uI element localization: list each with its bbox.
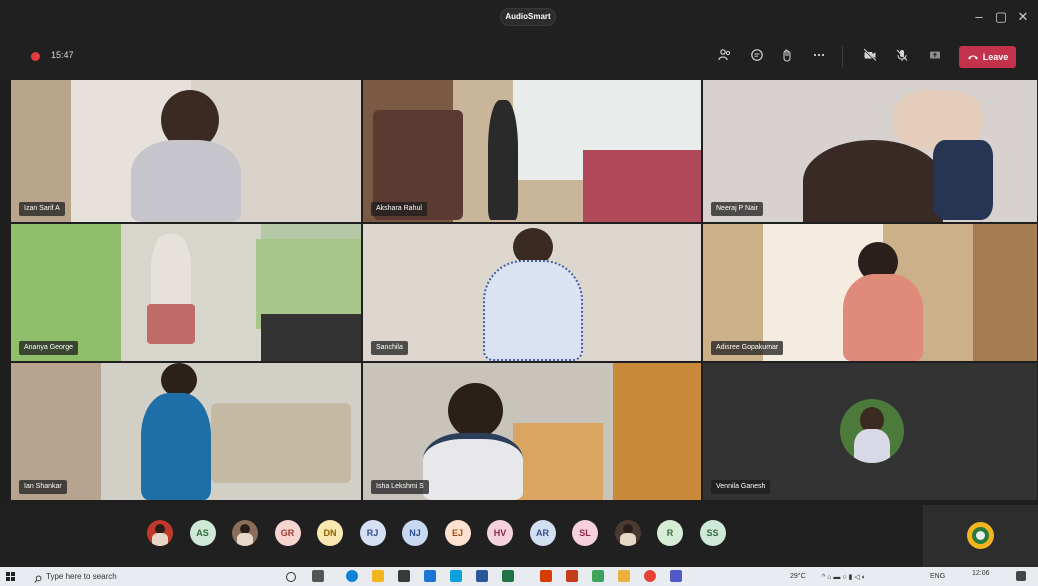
video-tile[interactable]: Ananya George [11, 224, 361, 361]
curtain [613, 363, 701, 500]
teams-meeting-window: AudioSmart – ▢ ✕ 15:47 Leave Izan Sarif … [0, 0, 1038, 586]
self-avatar [967, 522, 994, 549]
task-view-icon[interactable] [312, 570, 324, 582]
toolbar-divider [842, 46, 843, 68]
video-tile[interactable]: Akshara Rahul [363, 80, 701, 222]
app-icon[interactable] [592, 570, 604, 582]
recording-icon [31, 52, 40, 61]
clock[interactable]: 12:06 [972, 570, 990, 577]
app-icon[interactable] [450, 570, 462, 582]
file-explorer-icon[interactable] [372, 570, 384, 582]
participant-head [448, 383, 503, 438]
bed [583, 150, 701, 222]
participant-avatar-initials[interactable]: EJ [444, 520, 471, 546]
cortana-icon[interactable] [286, 572, 296, 582]
participant-avatar-initials[interactable]: AR [529, 520, 556, 546]
participant-avatar-initials[interactable]: AS [189, 520, 216, 546]
participant-dress [141, 393, 211, 500]
participant-name: Akshara Rahul [371, 202, 427, 216]
video-tile[interactable]: Ian Shankar [11, 363, 361, 500]
participant-avatar-initials[interactable]: RJ [359, 520, 386, 546]
video-tile[interactable]: Adisree Gopakumar [703, 224, 1037, 361]
share-screen-icon[interactable] [926, 48, 944, 66]
restore-button[interactable]: ▢ [990, 6, 1012, 28]
door-background [11, 80, 71, 222]
powerpoint-icon[interactable] [540, 570, 552, 582]
participant-body [131, 140, 241, 222]
app-icon[interactable] [566, 570, 578, 582]
leave-button[interactable]: Leave [959, 46, 1016, 68]
participant-avatar-photo[interactable] [614, 520, 641, 546]
more-options-icon[interactable] [810, 48, 828, 66]
participant-body [423, 433, 523, 500]
curtain [513, 423, 603, 500]
participant-avatar-initials[interactable]: HV [487, 520, 513, 546]
participant-avatar-photo[interactable] [147, 520, 173, 546]
participant-avatar-initials[interactable]: DN [317, 520, 343, 546]
self-view[interactable] [923, 505, 1038, 567]
windows-start-icon[interactable] [6, 572, 15, 581]
participant-name: Isha Lekshmi S [371, 480, 429, 494]
store-icon[interactable] [398, 570, 410, 582]
chrome-icon[interactable] [644, 570, 656, 582]
participant-avatar-initials[interactable]: NJ [402, 520, 428, 546]
video-tile[interactable]: Isha Lekshmi S [363, 363, 701, 500]
app-icon[interactable] [618, 570, 630, 582]
reactions-icon[interactable] [778, 48, 796, 66]
taskbar-search-box[interactable]: Type here to search [32, 569, 262, 585]
sofa [211, 403, 351, 483]
participant-body [488, 100, 518, 220]
phone-hangup-icon [967, 47, 979, 69]
participant-body [843, 274, 923, 361]
participant-name: Adisree Gopakumar [711, 341, 784, 355]
participant-avatar-initials[interactable]: SS [699, 520, 726, 546]
participant-name: Neeraj P Nair [711, 202, 763, 216]
participant-skirt [147, 304, 195, 344]
edge-icon[interactable] [346, 570, 358, 582]
people-icon[interactable] [716, 48, 734, 66]
meeting-toolbar [0, 34, 1038, 78]
leave-label: Leave [982, 52, 1009, 62]
minimize-button[interactable]: – [968, 6, 990, 28]
participant-head [161, 363, 197, 397]
window-title: AudioSmart [500, 8, 556, 26]
participant-name: Sanchila [371, 341, 408, 355]
search-placeholder: Type here to search [46, 572, 117, 581]
participant-dress [483, 260, 583, 361]
participant-avatar-initials[interactable]: GR [274, 520, 301, 546]
excel-icon[interactable] [502, 570, 514, 582]
participant-name: Vennila Ganesh [711, 480, 771, 494]
meeting-timer: 15:47 [51, 50, 74, 60]
video-tile[interactable]: Vennila Ganesh [703, 363, 1037, 500]
close-button[interactable]: ✕ [1012, 6, 1034, 28]
language-indicator[interactable]: ENG [930, 573, 945, 580]
chat-icon[interactable] [748, 48, 766, 66]
participant-avatar-photo[interactable] [232, 520, 258, 546]
bed-frame [261, 314, 361, 361]
camera-off-icon[interactable] [861, 48, 879, 66]
video-tile[interactable]: Sanchila [363, 224, 701, 361]
teams-icon[interactable] [670, 570, 682, 582]
search-icon [34, 573, 42, 586]
participant-name: Izan Sarif A [19, 202, 65, 216]
participant-avatar-initials[interactable]: SL [572, 520, 598, 546]
weather-temperature[interactable]: 29°C [790, 573, 806, 580]
video-tile[interactable]: Neeraj P Nair [703, 80, 1037, 222]
video-tile[interactable]: Izan Sarif A [11, 80, 361, 222]
mic-muted-icon[interactable] [893, 48, 911, 66]
tray-icons[interactable]: ^ ⌂ ▬ ○ ▮ ◁ ◐ [822, 573, 866, 581]
participant-avatar [840, 399, 904, 463]
participant-head [803, 140, 943, 222]
mail-icon[interactable] [424, 570, 436, 582]
curtain [973, 224, 1037, 361]
word-icon[interactable] [476, 570, 488, 582]
participant-sleeve [933, 140, 993, 220]
notifications-icon[interactable] [1016, 571, 1026, 581]
participant-name: Ian Shankar [19, 480, 67, 494]
participant-name: Ananya George [19, 341, 79, 355]
participant-avatar-initials[interactable]: R [657, 520, 683, 546]
